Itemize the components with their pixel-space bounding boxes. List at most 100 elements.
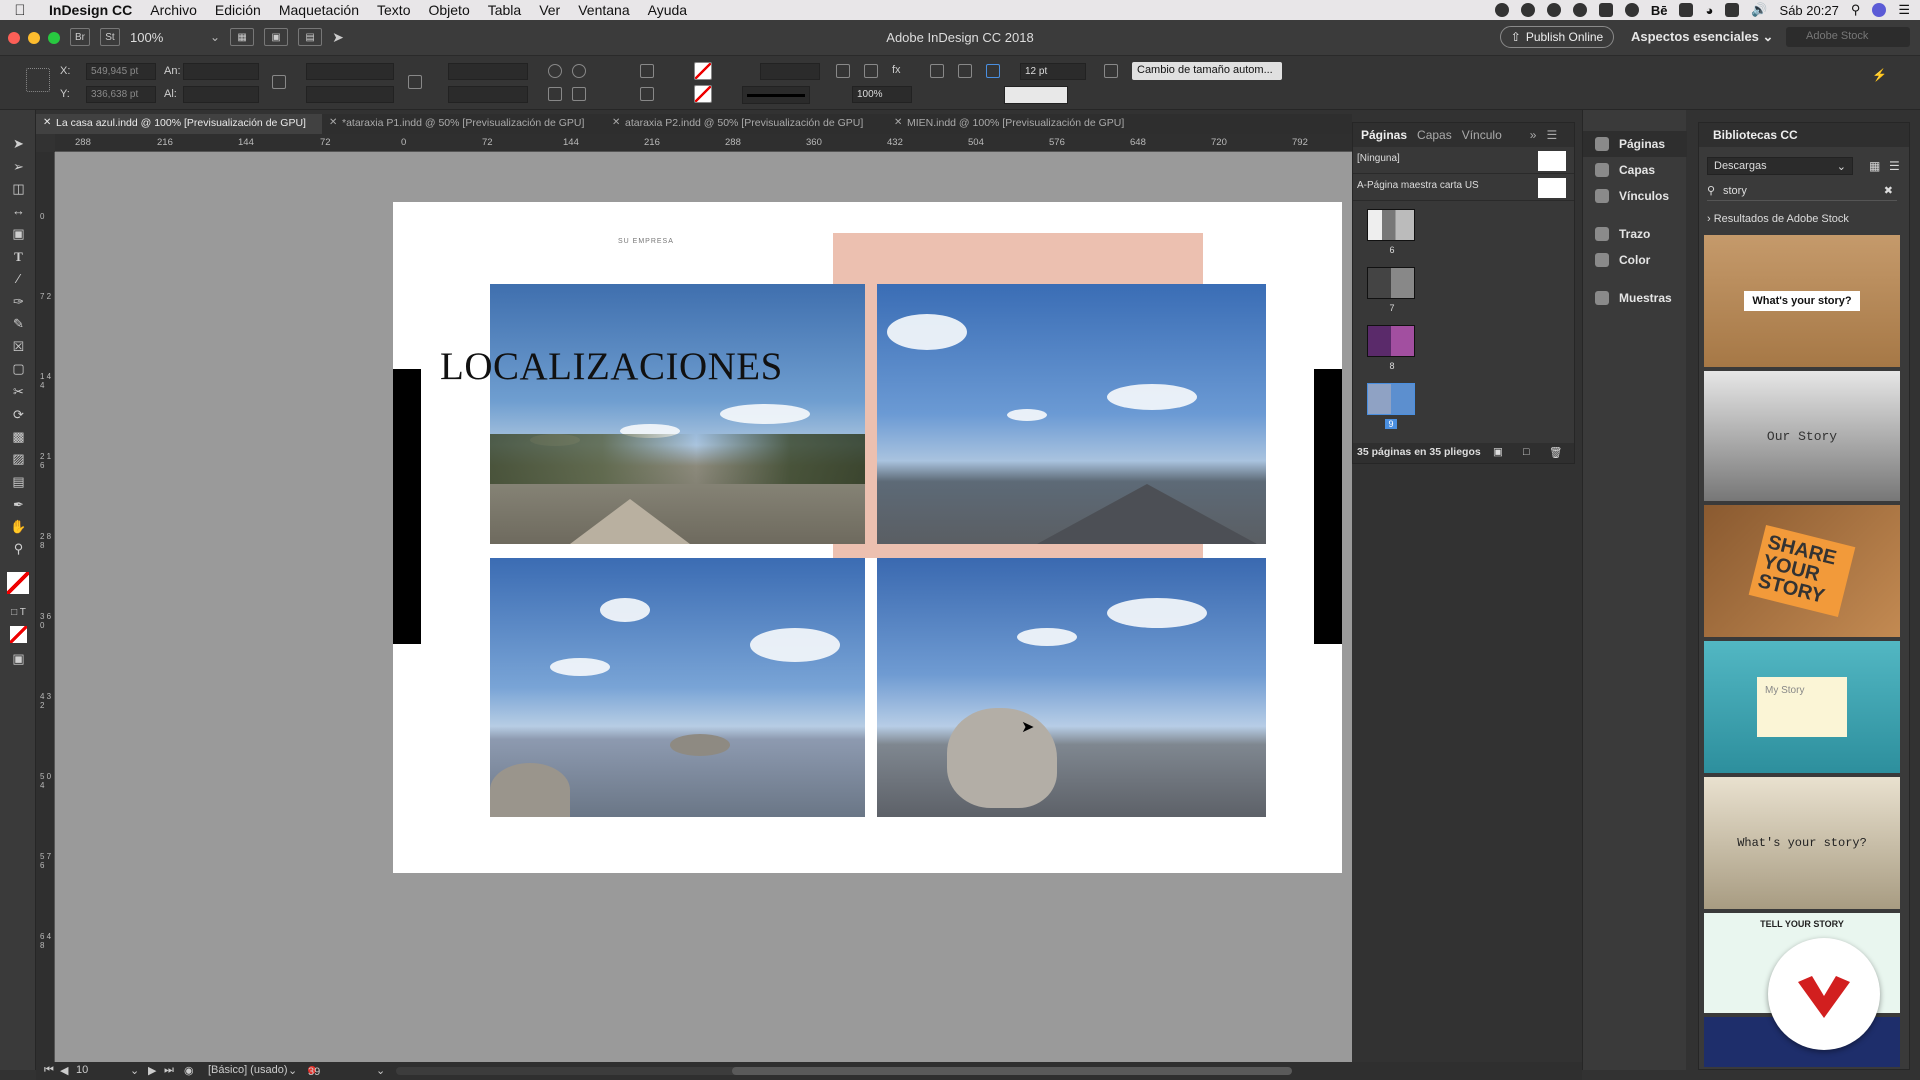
stock-image[interactable]: My Story <box>1704 641 1900 773</box>
stock-image[interactable]: What's your story? <box>1704 235 1900 367</box>
menu-maquetacion[interactable]: Maquetación <box>270 2 368 18</box>
fill-swatch-icon[interactable] <box>694 62 712 80</box>
page-thumbnail[interactable]: 7 <box>1367 267 1417 313</box>
color-swatch-field[interactable] <box>1004 86 1068 104</box>
first-page-icon[interactable]: ⏮ <box>44 1064 54 1077</box>
dock-muestras[interactable]: Muestras <box>1583 285 1687 311</box>
tab-mien[interactable]: ✕ MIEN.indd @ 100% [Previsualización de … <box>887 114 1147 134</box>
opacity-field[interactable]: 100% <box>852 86 912 103</box>
volume-icon[interactable]: 🔊 <box>1751 2 1767 18</box>
fit-frame-icon[interactable] <box>986 64 1000 78</box>
master-none[interactable]: [Ninguna] <box>1353 147 1574 174</box>
left-black-bar[interactable] <box>393 369 421 644</box>
link-scale-icon[interactable] <box>408 75 422 89</box>
stock-results-header[interactable]: › Resultados de Adobe Stock <box>1707 213 1849 225</box>
dock-paginas[interactable]: Páginas <box>1583 131 1687 157</box>
gradient-feather-tool-icon[interactable]: ▨ <box>10 450 27 467</box>
note-tool-icon[interactable]: ▤ <box>10 473 27 490</box>
photo-reservoir-rocks[interactable] <box>490 558 865 817</box>
siri-icon[interactable] <box>1872 3 1887 17</box>
scale-x-field[interactable] <box>306 63 394 80</box>
stroke-weight-field[interactable] <box>760 63 820 80</box>
height-field[interactable] <box>183 86 259 103</box>
lightning-icon[interactable]: ⚡ <box>1872 68 1887 82</box>
cc-libraries-title[interactable]: Bibliotecas CC <box>1699 123 1909 147</box>
select-container-icon[interactable] <box>640 64 654 78</box>
apple-icon[interactable]:  <box>0 2 40 19</box>
line-tool-icon[interactable]: ∕ <box>10 270 27 287</box>
info-icon[interactable] <box>1572 3 1587 17</box>
horizontal-scrollbar[interactable] <box>396 1067 1292 1075</box>
zoom-tool-icon[interactable]: ⚲ <box>10 540 27 557</box>
gradient-swatch-tool-icon[interactable]: ▩ <box>10 428 27 445</box>
pencil-tool-icon[interactable]: ✎ <box>10 315 27 332</box>
page-number-field[interactable]: 10 <box>76 1064 136 1076</box>
panel-menu-icon[interactable]: ☰ <box>1546 128 1557 142</box>
autofit-icon[interactable] <box>1104 64 1118 78</box>
rotation-field[interactable] <box>448 63 528 80</box>
formatting-affects-container-icon[interactable]: □ T <box>10 604 27 621</box>
scale-y-field[interactable] <box>306 86 394 103</box>
pen-tool-icon[interactable]: ✑ <box>10 293 27 310</box>
vertical-ruler[interactable]: 0 7 2 1 4 4 2 1 6 2 8 8 3 6 0 4 3 2 5 0 … <box>36 152 55 1062</box>
tab-capas[interactable]: Capas <box>1417 128 1452 142</box>
shear-field[interactable] <box>448 86 528 103</box>
close-tab-icon[interactable]: ✕ <box>43 117 51 128</box>
notification-icon[interactable]: ☰ <box>1898 2 1910 18</box>
close-tab-icon[interactable]: ✕ <box>329 117 337 128</box>
stroke-type-select[interactable] <box>742 86 810 104</box>
delete-page-icon[interactable]: 🗑 <box>1549 446 1562 459</box>
library-search-input[interactable]: ⚲ story ✖ <box>1707 183 1897 201</box>
flip-horizontal-icon[interactable] <box>548 87 562 101</box>
chevron-down-icon[interactable]: ⌄ <box>130 1064 139 1077</box>
wrap-icon[interactable] <box>864 64 878 78</box>
eyedropper-tool-icon[interactable]: ✒ <box>10 496 27 513</box>
open-document-icon[interactable]: ◉ <box>184 1064 194 1077</box>
menu-ventana[interactable]: Ventana <box>569 2 638 18</box>
stock-image[interactable]: Our Story <box>1704 371 1900 501</box>
rectangle-frame-tool-icon[interactable]: ☒ <box>10 338 27 355</box>
scrollbar-thumb[interactable] <box>732 1067 1292 1075</box>
wifi-icon[interactable]: ◕ <box>1705 3 1713 18</box>
pasteboard[interactable]: SU EMPRESA LOCALIZACIONES ➤ <box>55 152 1352 1062</box>
stroke-swatch-icon[interactable] <box>694 85 712 103</box>
gap-tool-icon[interactable]: ↔ <box>10 202 27 219</box>
clear-search-icon[interactable]: ✖ <box>1884 184 1893 197</box>
adobe-stock-search[interactable]: Adobe Stock <box>1786 27 1910 47</box>
grid-view-icon[interactable]: ▦ <box>1869 159 1880 173</box>
page-thumbnail[interactable]: 8 <box>1367 325 1417 371</box>
reference-point-icon[interactable] <box>26 68 50 92</box>
scissors-tool-icon[interactable]: ✂ <box>10 383 27 400</box>
last-page-icon[interactable]: ⏭ <box>164 1064 174 1077</box>
rectangle-tool-icon[interactable]: ▢ <box>10 360 27 377</box>
library-select[interactable]: Descargas ⌄ <box>1707 157 1853 175</box>
close-tab-icon[interactable]: ✕ <box>612 117 620 128</box>
page-heading[interactable]: LOCALIZACIONES <box>440 344 783 389</box>
screen-mode-icon[interactable]: ▣ <box>10 650 27 667</box>
master-carta-us[interactable]: A-Página maestra carta US <box>1353 174 1574 201</box>
align-left-icon[interactable] <box>930 64 944 78</box>
corner-options-icon[interactable] <box>836 64 850 78</box>
dock-trazo[interactable]: Trazo <box>1583 221 1687 247</box>
menu-ayuda[interactable]: Ayuda <box>639 2 696 18</box>
photo-rural-road[interactable] <box>490 284 865 544</box>
select-content-icon[interactable] <box>640 87 654 101</box>
chevron-down-icon[interactable]: ⌄ <box>376 1064 385 1077</box>
prev-page-icon[interactable]: ◀ <box>60 1064 68 1077</box>
tab-la-casa-azul[interactable]: ✕ La casa azul.indd @ 100% [Previsualiza… <box>36 114 322 134</box>
behance-icon[interactable]: Bē <box>1651 3 1668 18</box>
stock-image[interactable]: What's your story? <box>1704 777 1900 909</box>
photo-bridge-road[interactable] <box>877 284 1266 544</box>
creative-cloud-icon[interactable] <box>1546 3 1561 17</box>
tab-vinculo[interactable]: Vínculo <box>1462 128 1502 142</box>
hand-tool-icon[interactable]: ✋ <box>10 518 27 535</box>
autosize-select[interactable]: Cambio de tamaño autom... <box>1132 62 1282 80</box>
airplay-icon[interactable] <box>1725 3 1740 17</box>
document-page[interactable]: SU EMPRESA LOCALIZACIONES <box>393 202 1342 873</box>
dock-capas[interactable]: Capas <box>1583 157 1687 183</box>
record-icon[interactable] <box>1494 3 1509 17</box>
list-view-icon[interactable]: ☰ <box>1889 159 1900 173</box>
page-thumbnail[interactable]: 6 <box>1367 209 1417 255</box>
spotlight-icon[interactable]: ⚲ <box>1851 2 1861 18</box>
expand-panel-icon[interactable]: » <box>1530 128 1537 142</box>
